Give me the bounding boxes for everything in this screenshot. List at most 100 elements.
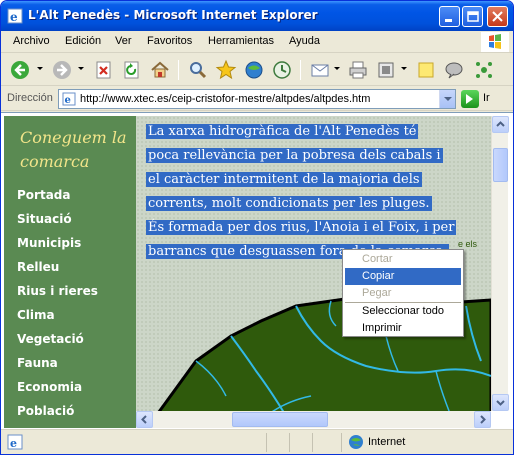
page-status-icon: e [7,434,23,450]
status-divider [341,433,342,452]
mail-button[interactable] [309,59,331,81]
sidebar-link-fauna[interactable]: Fauna [17,356,58,370]
context-item-seleccionar-todo[interactable]: Seleccionar todo [345,303,461,320]
browser-window: e L'Alt Penedès - Microsoft Internet Exp… [0,0,514,455]
sidebar-link-municipis[interactable]: Municipis [17,236,81,250]
title-bar[interactable]: e L'Alt Penedès - Microsoft Internet Exp… [1,1,513,31]
menu-bar: Archivo Edición Ver Favoritos Herramient… [1,31,513,53]
context-item-cortar[interactable]: Cortar [345,251,461,268]
sidebar-link-clima[interactable]: Clima [17,308,55,322]
address-input[interactable]: e http://www.xtec.es/ceip-cristofor-mest… [58,89,456,109]
status-divider [289,433,290,452]
edit-icon [378,62,394,78]
sidebar-link-rius[interactable]: Rius i rieres [17,284,98,298]
history-button[interactable] [271,59,293,81]
star-icon [215,59,237,80]
horizontal-scrollbar[interactable] [136,411,491,428]
back-button[interactable] [9,59,31,81]
toolbar-separator [300,60,301,80]
media-button[interactable] [243,59,265,81]
address-dropdown-button[interactable] [439,90,455,108]
edit-button[interactable] [375,59,397,81]
address-label: Dirección [7,92,53,104]
selected-paragraph: La xarxa hidrogràfica de l'Alt Penedès t… [146,120,491,264]
home-button[interactable] [149,59,171,81]
print-button[interactable] [347,59,369,81]
security-zone-label: Internet [368,436,406,448]
sidebar-heading: Coneguem la comarca [20,128,127,171]
context-item-pegar[interactable]: Pegar [345,285,461,302]
sidebar-link-economia[interactable]: Economia [17,380,82,394]
discuss-button[interactable] [415,59,437,81]
chat-bubble-icon [445,62,463,79]
scroll-up-button[interactable] [492,116,509,133]
media-icon [245,61,263,79]
mail-dropdown-icon[interactable] [334,67,340,70]
minimize-button[interactable] [439,6,460,27]
vertical-scroll-thumb[interactable] [493,148,508,182]
status-bar: e Internet [1,429,513,454]
menu-herramientas[interactable]: Herramientas [208,35,274,47]
home-icon [151,61,169,78]
chevron-right-icon [480,415,486,424]
forward-icon [53,61,71,79]
context-item-imprimir[interactable]: Imprimir [345,320,461,337]
menu-archivo[interactable]: Archivo [13,35,50,47]
sidebar-link-portada[interactable]: Portada [17,188,70,202]
forward-dropdown-icon[interactable] [78,67,84,70]
scroll-left-button[interactable] [136,411,153,428]
svg-text:e: e [10,437,17,450]
text-line: És formada per dos rius, l'Anoia i el Fo… [146,220,457,235]
go-label[interactable]: Ir [483,92,490,104]
stop-icon [96,61,111,79]
menu-ayuda[interactable]: Ayuda [289,35,320,47]
menu-edicion[interactable]: Edición [65,35,101,47]
mail-icon [311,64,329,77]
menu-favoritos[interactable]: Favoritos [147,35,192,47]
search-button[interactable] [187,59,209,81]
go-button[interactable] [461,90,479,108]
svg-text:e: e [65,95,71,106]
status-divider [312,433,313,452]
close-button[interactable] [487,6,508,27]
sidebar-link-vegetacio[interactable]: Vegetació [17,332,84,346]
text-line: poca rellevància per la pobresa dels cab… [146,148,443,163]
text-line: corrents, molt condicionats per les plug… [146,196,432,211]
sidebar-link-situacio[interactable]: Situació [17,212,72,226]
maximize-button[interactable] [462,6,483,27]
chevron-up-icon [496,121,505,127]
scroll-down-button[interactable] [492,394,509,411]
svg-text:e: e [10,10,18,24]
sidebar-link-relleu[interactable]: Relleu [17,260,59,274]
windows-logo-icon [481,32,509,52]
vertical-scrollbar[interactable] [491,116,509,411]
research-button[interactable] [473,59,495,81]
messenger-button[interactable] [443,59,465,81]
address-bar: Dirección e http://www.xtec.es/ceip-cris… [1,87,513,111]
scroll-right-button[interactable] [474,411,491,428]
note-icon [418,62,434,78]
search-icon [190,62,207,79]
edit-dropdown-icon[interactable] [401,67,407,70]
horizontal-scroll-thumb[interactable] [232,412,328,427]
ie-icon: e [7,8,23,24]
stop-button[interactable] [93,59,115,81]
text-line: el caràcter intermitent de la majoria de… [146,172,422,187]
toolbar-separator [178,60,179,80]
refresh-button[interactable] [121,59,143,81]
page-icon: e [62,92,76,106]
status-divider [266,433,267,452]
back-icon [11,61,29,79]
menu-ver[interactable]: Ver [115,35,132,47]
favorites-button[interactable] [215,59,237,81]
back-dropdown-icon[interactable] [37,67,43,70]
text-line: La xarxa hidrogràfica de l'Alt Penedès t… [146,124,419,139]
chevron-left-icon [141,415,147,424]
sidebar-link-poblacio[interactable]: Població [17,404,74,418]
address-url[interactable]: http://www.xtec.es/ceip-cristofor-mestre… [80,93,370,105]
refresh-icon [124,61,139,79]
close-icon [492,11,503,22]
chevron-down-icon [496,400,505,406]
forward-button[interactable] [51,59,73,81]
context-item-copiar[interactable]: Copiar [345,268,461,285]
